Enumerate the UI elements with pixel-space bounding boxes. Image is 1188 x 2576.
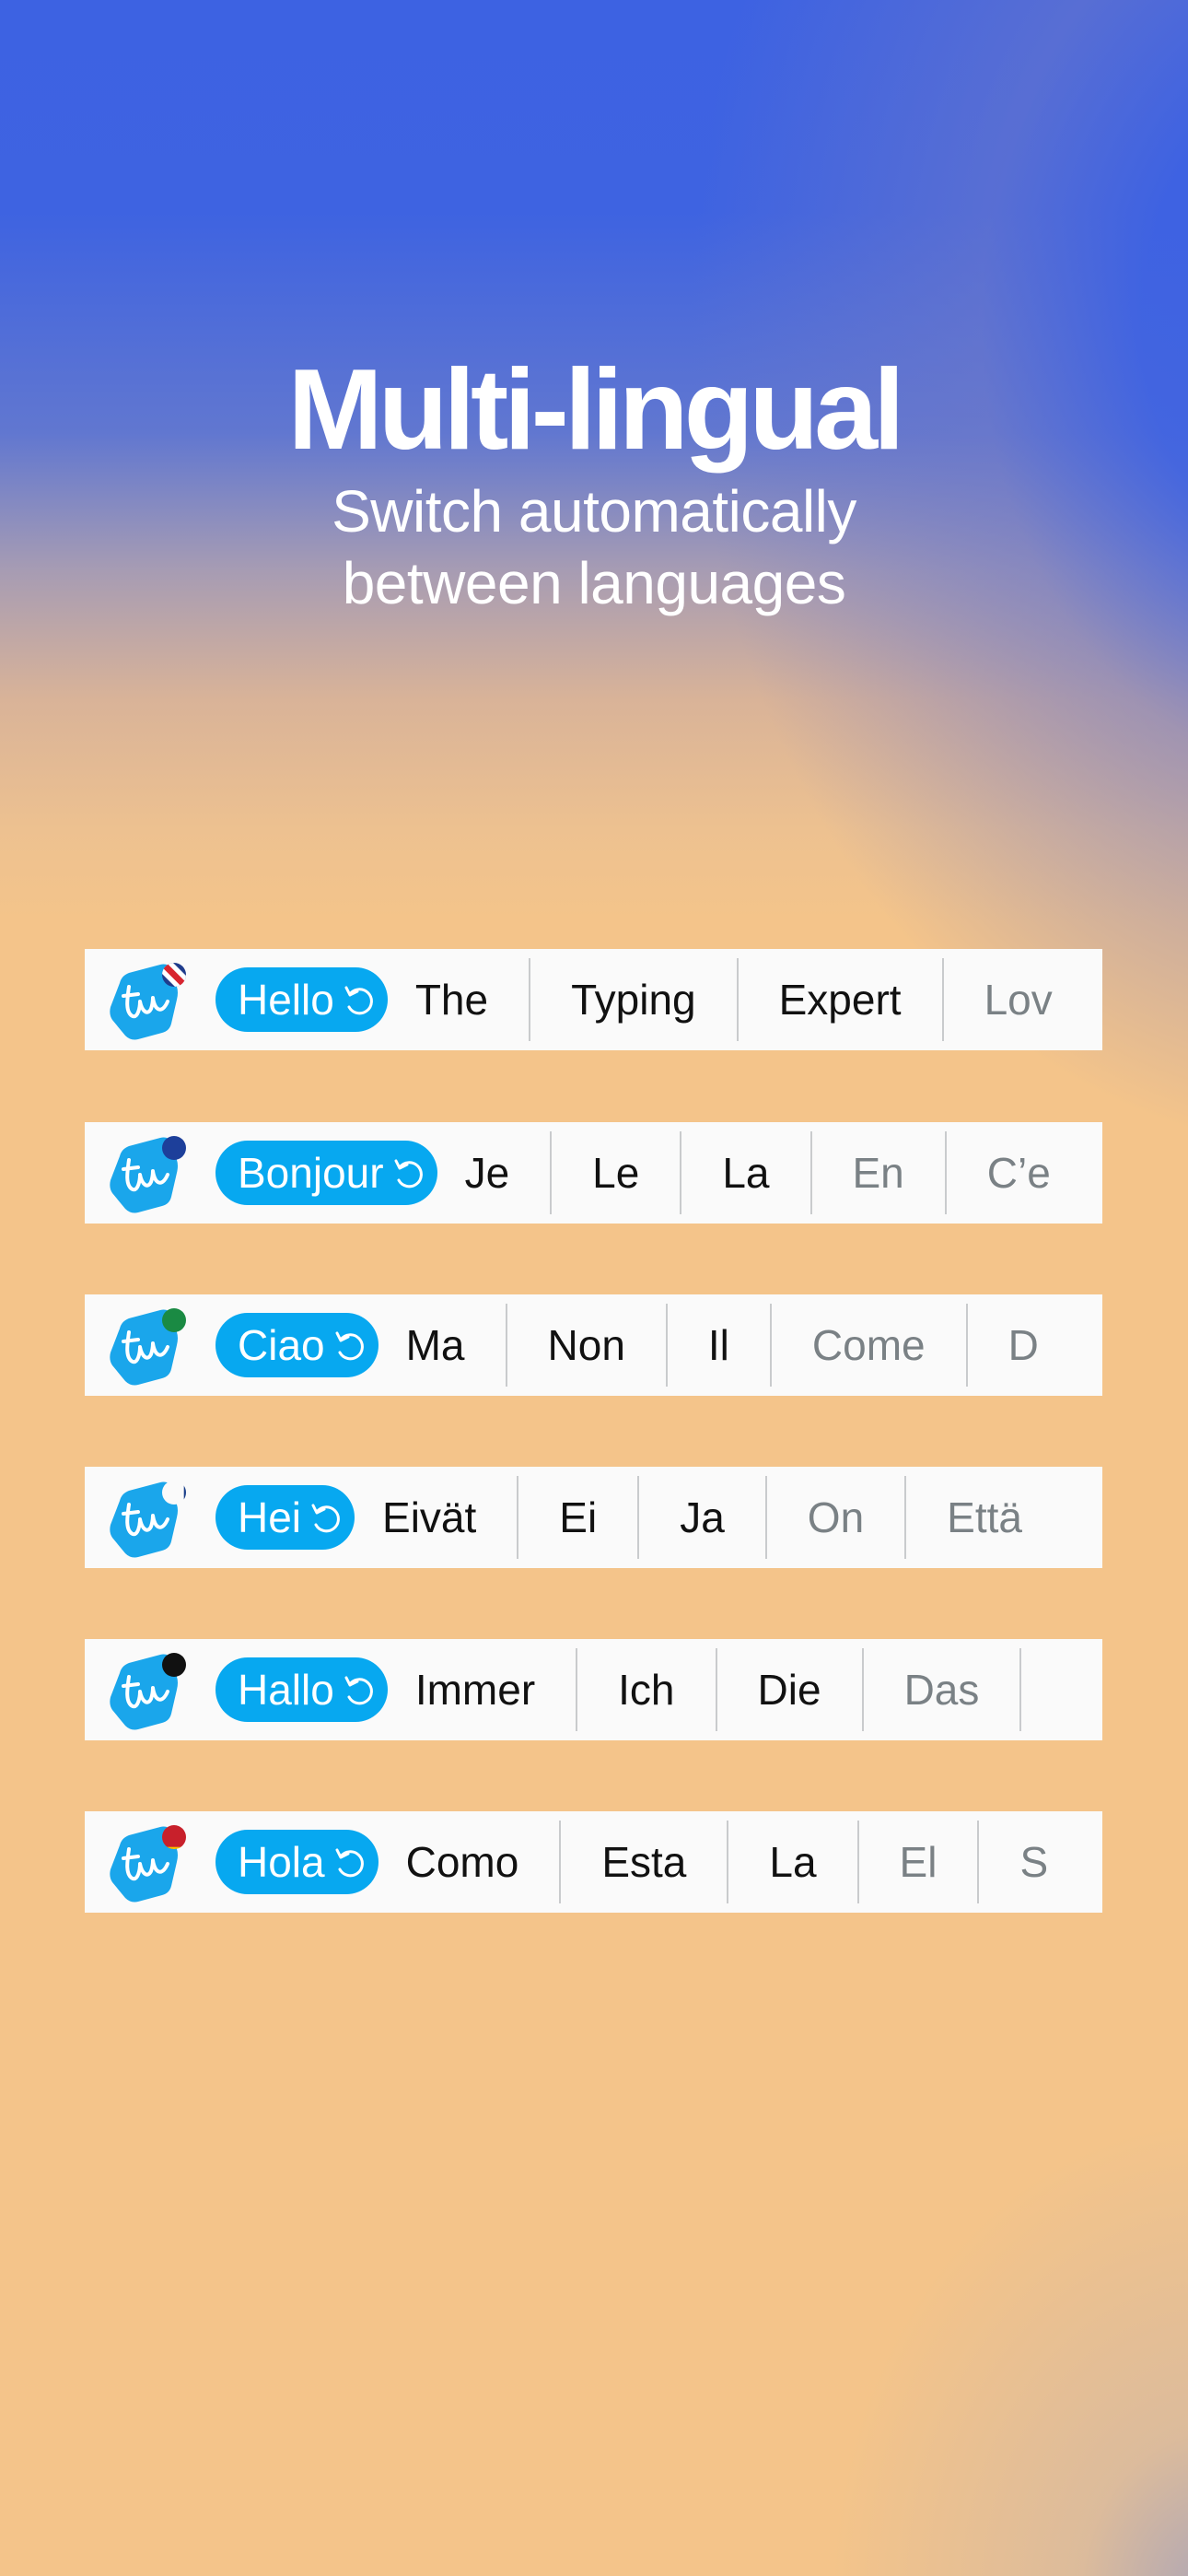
- suggestion-word[interactable]: On: [767, 1493, 904, 1542]
- greeting-label: Ciao: [238, 1321, 325, 1369]
- hero: Multi-lingual Switch automatically betwe…: [0, 350, 1188, 619]
- suggestion-list: Como Esta La El S: [379, 1811, 1089, 1913]
- suggestion-word[interactable]: Come: [772, 1320, 966, 1370]
- greeting-label: Hei: [238, 1493, 302, 1541]
- italy-flag-icon: [162, 1308, 186, 1332]
- greeting-label: Bonjour: [238, 1149, 384, 1197]
- suggestion-word[interactable]: Immer: [388, 1665, 576, 1715]
- suggestion-word[interactable]: C’e: [947, 1148, 1091, 1198]
- suggestion-word[interactable]: El: [859, 1837, 978, 1887]
- suggestion-bar-spanish: Hola Como Esta La El S: [85, 1811, 1102, 1913]
- suggestion-word[interactable]: Expert: [739, 975, 942, 1025]
- typewise-logo-button[interactable]: [107, 1821, 188, 1903]
- suggestion-word[interactable]: Ma: [379, 1320, 506, 1370]
- language-greeting-button[interactable]: Hallo: [215, 1657, 388, 1722]
- typewise-logo-button[interactable]: [107, 1649, 188, 1730]
- typewise-logo-button[interactable]: [107, 959, 188, 1040]
- suggestion-word[interactable]: The: [388, 975, 529, 1025]
- language-greeting-button[interactable]: Hola: [215, 1830, 379, 1894]
- typewise-logo-button[interactable]: [107, 1477, 188, 1558]
- undo-icon: [311, 1504, 340, 1533]
- suggestion-word[interactable]: Eivät: [355, 1493, 517, 1542]
- greeting-label: Hola: [238, 1838, 325, 1886]
- page-title: Multi-lingual: [287, 346, 904, 474]
- suggestion-word[interactable]: D: [968, 1320, 1079, 1370]
- suggestion-bar-german: Hallo Immer Ich Die Das: [85, 1639, 1102, 1740]
- suggestion-word[interactable]: Die: [717, 1665, 862, 1715]
- suggestion-word[interactable]: Je: [437, 1148, 551, 1198]
- suggestion-word[interactable]: Ich: [577, 1665, 715, 1715]
- suggestion-word[interactable]: Esta: [561, 1837, 727, 1887]
- undo-icon: [335, 1331, 364, 1361]
- subtitle-line-1: Switch automatically: [332, 478, 856, 544]
- germany-flag-icon: [162, 1653, 186, 1677]
- typewise-logo-button[interactable]: [107, 1132, 188, 1213]
- france-flag-icon: [162, 1136, 186, 1160]
- suggestion-word[interactable]: Lov: [944, 975, 1093, 1025]
- suggestion-list: Immer Ich Die Das: [388, 1639, 1022, 1740]
- language-greeting-button[interactable]: Hei: [215, 1485, 355, 1550]
- suggestion-word[interactable]: Ei: [518, 1493, 637, 1542]
- suggestion-divider: [1019, 1648, 1022, 1731]
- greeting-label: Hello: [238, 976, 334, 1024]
- spain-flag-icon: [162, 1825, 186, 1849]
- suggestion-word[interactable]: S: [979, 1837, 1089, 1887]
- subtitle-line-2: between languages: [342, 550, 846, 616]
- suggestion-word[interactable]: Että: [906, 1493, 1063, 1542]
- page-subtitle: Switch automatically between languages: [0, 475, 1188, 619]
- language-greeting-button[interactable]: Ciao: [215, 1313, 379, 1377]
- undo-icon: [344, 1676, 373, 1705]
- suggestion-bar-english: Hello The Typing Expert Lov: [85, 949, 1102, 1050]
- suggestion-list: The Typing Expert Lov: [388, 949, 1093, 1050]
- suggestion-list: Je Le La En C’e: [437, 1122, 1091, 1224]
- suggestion-word[interactable]: Das: [864, 1665, 1020, 1715]
- undo-icon: [344, 986, 373, 1015]
- language-greeting-button[interactable]: Bonjour: [215, 1141, 437, 1205]
- suggestion-word[interactable]: La: [681, 1148, 809, 1198]
- undo-icon: [335, 1848, 364, 1878]
- typewise-logo-button[interactable]: [107, 1305, 188, 1386]
- suggestion-bar-italian: Ciao Ma Non Il Come D: [85, 1294, 1102, 1396]
- suggestion-word[interactable]: Como: [379, 1837, 560, 1887]
- suggestion-list: Eivät Ei Ja On Että: [355, 1467, 1063, 1568]
- finland-flag-icon: [162, 1481, 186, 1505]
- suggestion-word[interactable]: Typing: [530, 975, 737, 1025]
- undo-icon: [394, 1159, 423, 1188]
- uk-flag-icon: [162, 963, 186, 987]
- suggestion-word[interactable]: La: [728, 1837, 856, 1887]
- suggestion-bar-french: Bonjour Je Le La En C’e: [85, 1122, 1102, 1224]
- suggestion-list: Ma Non Il Come D: [379, 1294, 1079, 1396]
- suggestion-word[interactable]: Ja: [639, 1493, 765, 1542]
- suggestion-word[interactable]: Il: [668, 1320, 770, 1370]
- suggestion-bar-finnish: Hei Eivät Ei Ja On Että: [85, 1467, 1102, 1568]
- suggestion-word[interactable]: Non: [507, 1320, 666, 1370]
- language-greeting-button[interactable]: Hello: [215, 967, 388, 1032]
- suggestion-word[interactable]: Le: [552, 1148, 680, 1198]
- suggestion-word[interactable]: En: [812, 1148, 945, 1198]
- greeting-label: Hallo: [238, 1666, 334, 1714]
